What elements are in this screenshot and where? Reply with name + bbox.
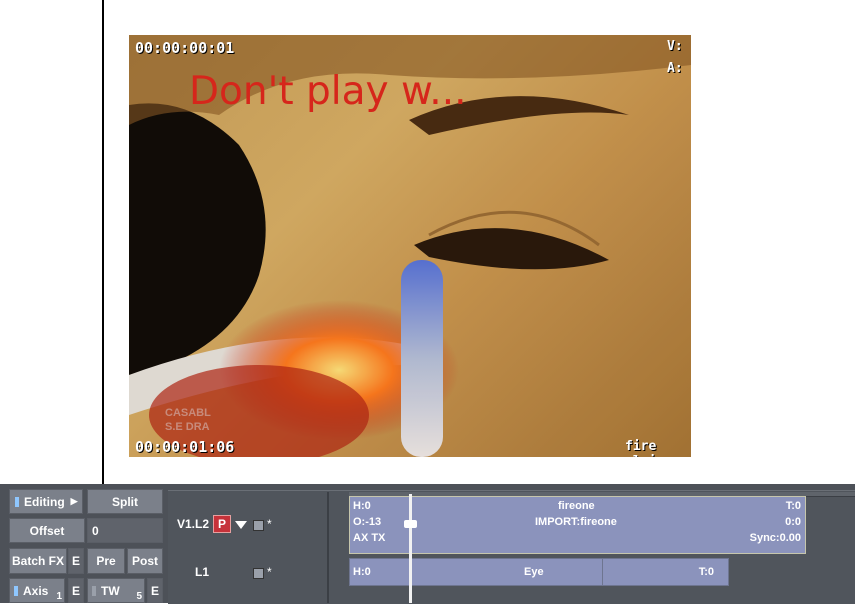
tw-button[interactable]: TW 5 [87, 578, 145, 603]
clip-eye[interactable]: H:0 Eye T:0 [349, 558, 729, 586]
track-l1-star: * [267, 565, 272, 579]
watermark-line-1: CASABL [165, 407, 211, 419]
title-overlay: Don't play w... [189, 69, 467, 114]
video-track-indicator: V: [667, 39, 683, 54]
primary-track-badge[interactable]: P [213, 515, 231, 533]
tw-e-button[interactable]: E [147, 578, 163, 603]
post-button[interactable]: Post [127, 548, 163, 574]
watermark-line-2: S.E DRA [165, 421, 210, 433]
tw-number: 5 [136, 591, 142, 602]
batch-fx-button[interactable]: Batch FX [9, 548, 67, 574]
timecode-top: 00:00:00:01 [135, 39, 235, 57]
track-l1-label: L1 [195, 565, 210, 579]
timeline-panel: Editing ▶ Split Offset 0 Batch FX E Pre … [0, 484, 855, 604]
track-v1-label: V1.L2 [177, 517, 210, 531]
clip-eye-divider [602, 558, 603, 586]
split-button[interactable]: Split [87, 489, 163, 514]
track-v1-star: * [267, 517, 272, 531]
playhead-handle[interactable] [404, 520, 417, 528]
tw-label: TW [101, 583, 120, 598]
clip-fireone-source: IMPORT:fireone [535, 516, 617, 528]
clip-fireone-name: fireone [558, 500, 595, 512]
clip-fireone-tail: T:0 [785, 500, 801, 512]
axis-label: Axis [23, 583, 49, 598]
clip-fireone-offset: O:-13 [353, 516, 382, 528]
video-viewer[interactable]: 00:00:00:01 V: A: Don't play w... CASABL… [129, 35, 691, 457]
clip-fireone-out: 0:0 [785, 516, 801, 528]
clip-fireone[interactable]: H:0 O:-13 AX TX fireone IMPORT:fireone T… [349, 496, 806, 554]
clip-eye-head: H:0 [353, 566, 371, 578]
batch-fx-e-button[interactable]: E [68, 548, 84, 574]
editing-label: Editing [24, 494, 65, 509]
clip-eye-tail: T:0 [698, 566, 714, 578]
tw-led-icon [92, 585, 96, 596]
callout-line [102, 0, 104, 535]
expand-track-icon[interactable] [235, 521, 247, 529]
track-l1-toggle[interactable] [253, 568, 264, 579]
axis-e-button[interactable]: E [68, 578, 84, 603]
clip-fireone-ax: AX TX [353, 532, 386, 544]
timecode-bottom: 00:00:01:06 [135, 438, 235, 456]
triangle-right-icon: ▶ [70, 496, 78, 506]
track-v1-toggle[interactable] [253, 520, 264, 531]
playhead[interactable] [409, 494, 412, 603]
clip-name-overlay: fire plai [625, 439, 657, 457]
pre-button[interactable]: Pre [87, 548, 125, 574]
audio-track-indicator: A: [667, 61, 683, 76]
editing-button[interactable]: Editing ▶ [9, 489, 83, 514]
track-header-divider [327, 492, 329, 603]
offset-value-field[interactable]: 0 [87, 518, 163, 543]
axis-button[interactable]: Axis 1 [9, 578, 65, 603]
axis-number: 1 [56, 591, 62, 602]
axis-led-icon [14, 585, 18, 596]
clip-fireone-head: H:0 [353, 500, 371, 512]
offset-button[interactable]: Offset [9, 518, 85, 543]
editing-led-icon [15, 496, 19, 507]
clip-fireone-sync: Sync:0.00 [749, 532, 801, 544]
clip-eye-name: Eye [524, 566, 544, 578]
